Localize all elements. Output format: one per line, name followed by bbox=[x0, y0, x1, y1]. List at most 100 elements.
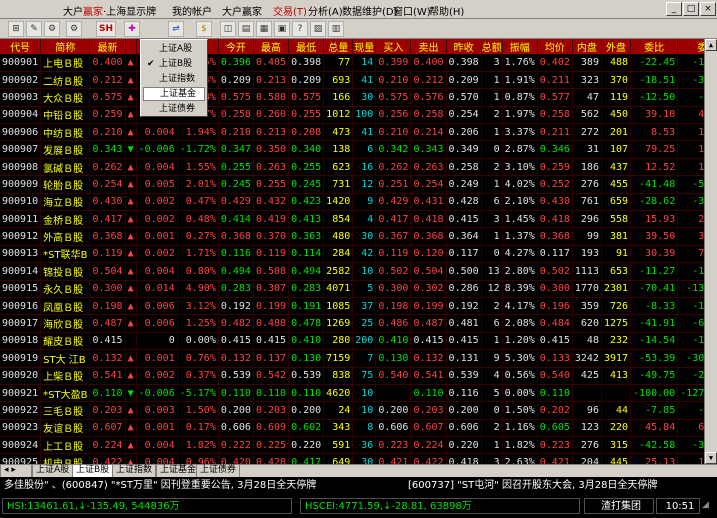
table-row[interactable]: 900916 凤凰Ｂ股 0.198 ▲ 0.006 3.12% 0.192 0.199 0.19… bbox=[0, 297, 704, 316]
table-row[interactable]: 900923 友谊Ｂ股 0.607 ▲ 0.001 0.17% 0.606 0.609 0.60… bbox=[0, 419, 704, 438]
col-amount[interactable]: 总额 bbox=[481, 39, 503, 54]
dropdown-item-sh-a[interactable]: 上证A股 bbox=[143, 42, 205, 56]
cell-inner: 323 bbox=[572, 71, 602, 90]
table-row[interactable]: 900903大众Ｂ股0.575▲0.0050.88%0.5750.5800.57… bbox=[0, 88, 704, 107]
cell-cur-vol: 8 bbox=[352, 419, 377, 438]
cell-high: 0.119 bbox=[253, 245, 290, 264]
table-row[interactable]: 900911 金桥Ｂ股 0.417 ▲ 0.002 0.48% 0.414 0.419 0.41… bbox=[0, 210, 704, 229]
cell-order-diff: -560.00 bbox=[677, 175, 704, 194]
col-volume[interactable]: 总量 bbox=[323, 39, 354, 54]
col-bid[interactable]: 买入 bbox=[375, 39, 412, 54]
table-row[interactable]: 900908 氯碱Ｂ股 0.262 ▲ 0.004 1.55% 0.255 0.263 0.25… bbox=[0, 158, 704, 177]
cell-last: 0.119 bbox=[89, 245, 126, 264]
settings-icon[interactable]: ⚙ bbox=[44, 21, 60, 37]
table-row[interactable]: 900915 永久Ｂ股 0.300 ▲ 0.014 4.90% 0.283 0.307 0.28… bbox=[0, 280, 704, 298]
add-icon[interactable]: ✚ bbox=[124, 21, 140, 37]
table-row[interactable]: 900913 *ST联华B 0.119 ▲ 0.002 1.71% 0.116 0.119 0.… bbox=[0, 245, 704, 264]
table-row[interactable]: 900901上电Ｂ股0.400▲0.0051.25%0.3960.4050.39… bbox=[0, 54, 704, 72]
scroll-up-icon[interactable]: ▲ bbox=[705, 39, 717, 51]
dropdown-item-sh-bond[interactable]: 上证债券 bbox=[143, 102, 205, 116]
report-icon[interactable]: ▥ bbox=[328, 21, 344, 37]
col-avg[interactable]: 均价 bbox=[537, 39, 573, 54]
money-icon[interactable]: $ bbox=[196, 21, 212, 37]
table-row[interactable]: 900925机电Ｂ股0.422▲0.0040.96%0.4200.4280.41… bbox=[0, 453, 704, 464]
menu-help[interactable]: 帮助(H) bbox=[429, 3, 464, 18]
help-icon[interactable]: ? bbox=[292, 21, 308, 37]
panel-icon[interactable]: ▣ bbox=[274, 21, 290, 37]
cell-amount: 5 bbox=[481, 384, 503, 403]
cell-ask: 0.302 bbox=[410, 280, 447, 298]
cell-high: 0.405 bbox=[253, 54, 290, 72]
cell-open: 0.283 bbox=[218, 280, 254, 298]
col-cur-vol[interactable]: 现量 bbox=[352, 39, 377, 54]
table-row[interactable]: 900921 *ST大盈B 0.110 ▼ -0.006 -5.17% 0.110 0.110… bbox=[0, 384, 704, 403]
cell-outer: 558 bbox=[601, 210, 632, 229]
col-outer[interactable]: 外盘 bbox=[601, 39, 632, 54]
table-row[interactable]: 900922 三毛Ｂ股 0.203 ▲ 0.003 1.50% 0.200 0.203 0.20… bbox=[0, 401, 704, 420]
table-row[interactable]: 900902二纺Ｂ股0.212▲0.0031.44%0.2090.2130.20… bbox=[0, 71, 704, 90]
cell-code: 900907 bbox=[0, 140, 42, 159]
table-row[interactable]: 900906 中纺Ｂ股 0.210 ▲ 0.004 1.94% 0.210 0.213 0.20… bbox=[0, 123, 704, 142]
menu-window[interactable]: 窗口(W) bbox=[393, 3, 431, 18]
cell-avg: 0.133 bbox=[537, 349, 573, 368]
col-inner[interactable]: 内盘 bbox=[572, 39, 602, 54]
cell-cur-vol: 4 bbox=[352, 210, 377, 229]
table-row[interactable]: 900910 海立Ｂ股 0.430 ▲ 0.002 0.47% 0.429 0.432 0.42… bbox=[0, 193, 704, 212]
dropdown-item-sh-index[interactable]: 上证指数 bbox=[143, 72, 205, 86]
table-row[interactable]: 900907 发展Ｂ股 0.343 ▼ -0.006 -1.72% 0.347 0.350 0.… bbox=[0, 140, 704, 159]
cell-volume: 4071 bbox=[323, 280, 354, 298]
col-order-diff[interactable]: 委差 bbox=[677, 39, 704, 54]
window-icon[interactable]: ◫ bbox=[220, 21, 236, 37]
cell-avg: 0.402 bbox=[537, 54, 573, 72]
cell-amplitude: 8.39% bbox=[502, 280, 538, 298]
col-name[interactable]: 简称 bbox=[40, 39, 91, 54]
cell-volume: 731 bbox=[323, 175, 354, 194]
table-row[interactable]: 900912 外高Ｂ股 0.368 ▲ 0.001 0.27% 0.368 0.370 0.36… bbox=[0, 227, 704, 246]
dropdown-item-sh-fund[interactable]: 上证基金 bbox=[143, 87, 205, 101]
table-row[interactable]: 900920 上柴Ｂ股 0.541 ▲ 0.002 0.37% 0.539 0.542 0.53… bbox=[0, 367, 704, 385]
list-icon[interactable]: ▤ bbox=[238, 21, 254, 37]
sh-market-button[interactable]: SH bbox=[96, 21, 116, 37]
cell-amount: 1 bbox=[481, 71, 503, 90]
maximize-button[interactable]: □ bbox=[683, 2, 699, 16]
table-row[interactable]: 900909 轮胎Ｂ股 0.254 ▲ 0.005 2.01% 0.245 0.255 0.24… bbox=[0, 175, 704, 194]
col-high[interactable]: 最高 bbox=[253, 39, 290, 54]
table-row[interactable]: 900914 锦投Ｂ股 0.504 ▲ 0.004 0.80% 0.494 0.508 0.49… bbox=[0, 262, 704, 281]
col-code[interactable]: 代号 bbox=[0, 39, 42, 54]
layout-icon[interactable]: ⊞ bbox=[8, 21, 24, 37]
cell-amount: 12 bbox=[481, 280, 503, 298]
menu-account[interactable]: 我的帐户 bbox=[172, 3, 212, 18]
col-ask[interactable]: 卖出 bbox=[410, 39, 447, 54]
cell-amplitude: 1.97% bbox=[502, 106, 538, 125]
col-amplitude[interactable]: 振幅 bbox=[502, 39, 538, 54]
minimize-button[interactable]: _ bbox=[666, 2, 682, 16]
table-row[interactable]: 900919 ST大 江B 0.132 ▲ 0.001 0.76% 0.132 0.137 0.… bbox=[0, 349, 704, 368]
menu-trade[interactable]: 交易(T) bbox=[273, 3, 307, 18]
exchange-icon[interactable]: ⇌ bbox=[168, 21, 184, 37]
cell-ask: 0.422 bbox=[410, 453, 447, 464]
col-prev-close[interactable]: 昨收 bbox=[446, 39, 482, 54]
cell-amount: 1 bbox=[481, 175, 503, 194]
scroll-down-icon[interactable]: ▼ bbox=[705, 452, 717, 464]
table-row[interactable]: 900904中铅Ｂ股0.259▲0.0041.57%0.2580.2600.25… bbox=[0, 106, 704, 125]
menu-analysis[interactable]: 分析(A) bbox=[308, 3, 343, 18]
menu-data-maintenance[interactable]: 数据维护(D) bbox=[342, 3, 398, 18]
table-row[interactable]: 900924 上工Ｂ股 0.224 ▲ 0.004 1.82% 0.222 0.225 0.22… bbox=[0, 436, 704, 455]
col-open[interactable]: 今开 bbox=[218, 39, 254, 54]
table-row[interactable]: 900917 海欣Ｂ股 0.487 ▲ 0.006 1.25% 0.482 0.488 0.47… bbox=[0, 314, 704, 333]
vertical-scrollbar[interactable]: ▲ ▼ bbox=[704, 39, 717, 464]
close-button[interactable]: × bbox=[700, 2, 716, 16]
table-row[interactable]: 900918 耀皮Ｂ股 0.415 0 0.00% 0.415 0.415 0.410 280 2… bbox=[0, 332, 704, 351]
cell-order-ratio: -70.41 bbox=[630, 280, 679, 298]
col-order-ratio[interactable]: 委比 bbox=[630, 39, 679, 54]
grid-icon[interactable]: ▦ bbox=[256, 21, 272, 37]
quote-table[interactable]: 代号 简称 最新 今开 最高 最低 总量 现量 买入 卖出 昨收 总额 振幅 均… bbox=[0, 39, 704, 464]
dropdown-item-sh-b[interactable]: ✔ 上证B股 bbox=[143, 57, 205, 71]
col-last[interactable]: 最新 bbox=[89, 39, 126, 54]
chart-icon[interactable]: ▨ bbox=[310, 21, 326, 37]
edit-icon[interactable]: ✎ bbox=[26, 21, 42, 37]
cell-name: 发展Ｂ股 bbox=[40, 140, 91, 159]
col-low[interactable]: 最低 bbox=[288, 39, 325, 54]
menu-winner[interactable]: 大户赢家 bbox=[222, 3, 262, 18]
tools-icon[interactable]: ⚙ bbox=[66, 21, 82, 37]
